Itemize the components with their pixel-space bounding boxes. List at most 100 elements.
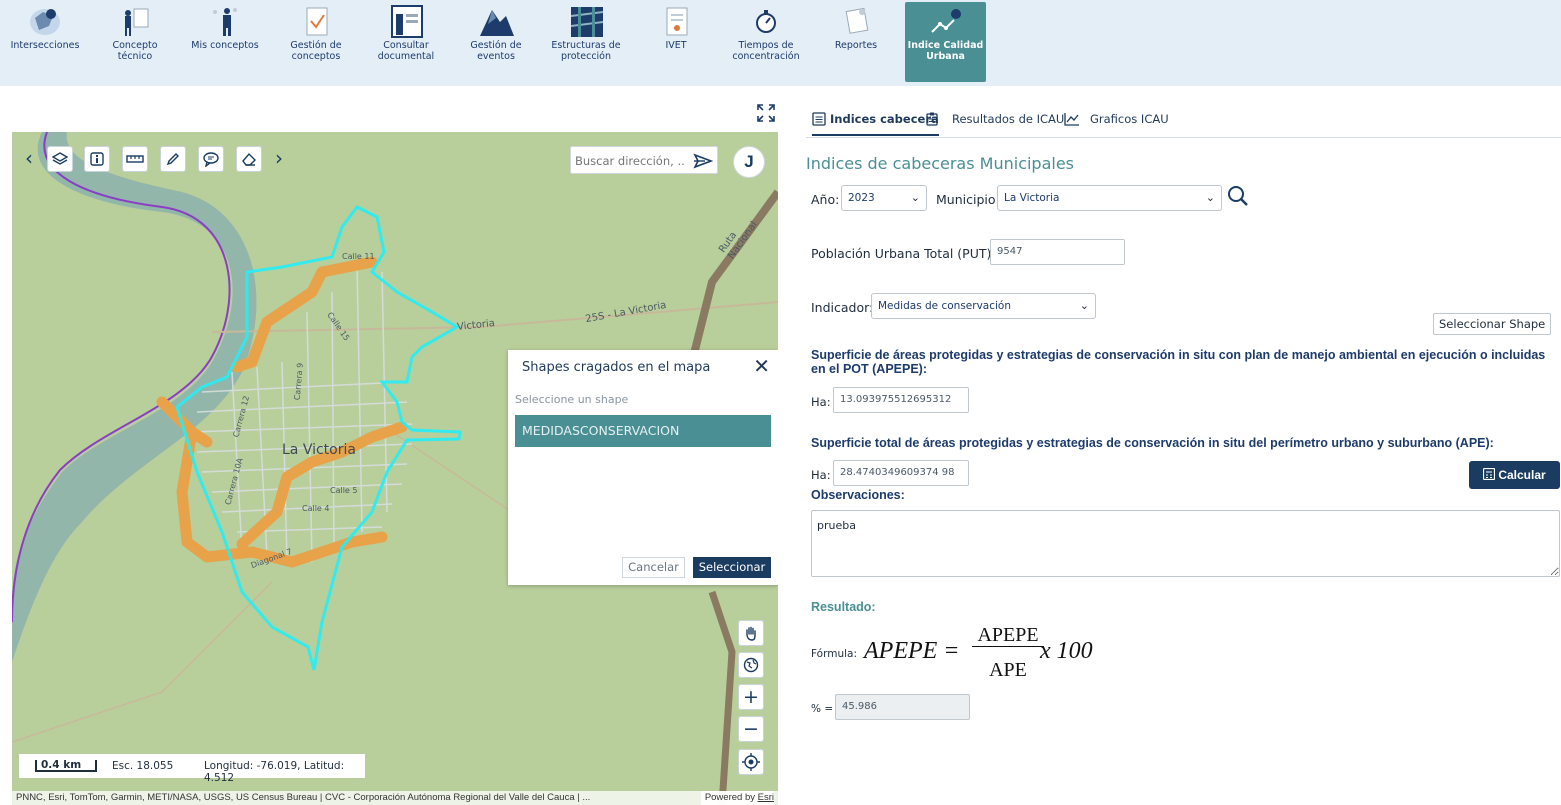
powered-by-text: Powered by (704, 792, 755, 803)
erase-button[interactable] (236, 146, 262, 172)
nav-item-mis-conceptos[interactable]: Mis conceptos (185, 2, 265, 80)
speech-bubble-icon (203, 152, 219, 167)
coordinates: Longitud: -76.019, Latitud: 4.512 (204, 760, 345, 784)
street-label: Calle 11 (342, 252, 375, 261)
year-value: 2023 (848, 192, 875, 204)
result-label: Resultado: (811, 600, 876, 614)
crosshair-icon (742, 753, 760, 771)
attribution-text: PNNC, Esri, TomTom, Garmin, METI/NASA, U… (16, 792, 591, 803)
ha-label: Ha: (811, 395, 831, 409)
tab-graficos-icau[interactable]: Graficos ICAU (1064, 112, 1169, 136)
nav-label: Tiempos de concentración (732, 40, 800, 62)
nav-item-gestion-eventos[interactable]: Gestión de eventos (456, 2, 536, 80)
scale-length: 0.4 km (35, 760, 97, 772)
zoom-out-button[interactable]: − (738, 716, 764, 742)
town-label: La Victoria (282, 442, 356, 458)
calculator-icon (1483, 467, 1496, 481)
cancel-button[interactable]: Cancelar (622, 557, 685, 578)
municipio-select[interactable]: La Victoria ⌄ (997, 185, 1222, 211)
ha-label: Ha: (811, 468, 831, 482)
nav-item-indice-calidad-urbana[interactable]: Indice Calidad Urbana (905, 2, 986, 82)
municipio-value: La Victoria (1004, 192, 1060, 204)
nav-item-gestion-conceptos[interactable]: Gestión de conceptos (276, 2, 356, 80)
report-icon (845, 7, 869, 34)
hand-icon (746, 626, 756, 641)
tab-indices-cabecera[interactable]: Indices cabecera (812, 112, 939, 136)
line-chart-icon (1064, 113, 1079, 126)
archive-icon (391, 5, 423, 38)
draw-button[interactable] (160, 146, 186, 172)
dialog-title: Shapes cragados en el mapa (522, 360, 711, 375)
nav-item-consultar-documental[interactable]: Consultar documental (366, 2, 446, 80)
document-check-icon (306, 7, 328, 36)
nav-label: Reportes (834, 40, 878, 51)
comment-button[interactable] (198, 146, 224, 172)
measure-button[interactable] (122, 146, 148, 172)
nav-label: Gestión de conceptos (290, 40, 342, 62)
info-icon (90, 152, 104, 166)
fullscreen-icon[interactable] (756, 103, 776, 123)
nav-item-intersecciones[interactable]: Intersecciones (5, 2, 85, 80)
basemap-button[interactable] (738, 652, 764, 678)
powered-by[interactable]: Powered by Esri (700, 791, 774, 805)
wall-icon (570, 7, 604, 37)
observations-label: Observaciones: (811, 488, 905, 502)
indicator-select[interactable]: Medidas de conservación ⌄ (871, 293, 1096, 319)
nav-item-estructuras-proteccion[interactable]: Estructuras de protección (546, 2, 626, 80)
nav-label: Mis conceptos (191, 40, 259, 51)
calculate-label: Calcular (1498, 468, 1546, 482)
year-select[interactable]: 2023 ⌄ (841, 185, 927, 211)
street-label: Calle 4 (302, 504, 330, 513)
ape-input[interactable]: 28.4740349609374 98 (833, 460, 969, 486)
person-icon (213, 8, 237, 36)
apepe-input[interactable]: 13.093975512695312 (833, 387, 969, 413)
nav-label: Estructuras de protección (551, 40, 621, 62)
tab-resultados-icau[interactable]: Resultados de ICAU (926, 112, 1064, 136)
pan-button[interactable] (738, 620, 764, 646)
year-label: Año: (811, 192, 840, 207)
apepe-description: Superficie de áreas protegidas y estrate… (811, 348, 1546, 376)
formula-numerator: APEPE (972, 624, 1044, 647)
address-search[interactable] (570, 146, 718, 174)
formula-lhs: APEPE = (864, 638, 960, 664)
presenter-icon (125, 8, 149, 36)
nav-label: Intersecciones (10, 40, 80, 51)
esri-link[interactable]: Esri (758, 792, 774, 803)
globe-map-icon (30, 9, 60, 35)
nav-item-concepto-tecnico[interactable]: Concepto técnico (95, 2, 175, 80)
search-icon[interactable] (1227, 185, 1249, 207)
shape-option[interactable]: MEDIDASCONSERVACION (515, 415, 771, 447)
tab-label: Resultados de ICAU (952, 112, 1065, 126)
eraser-icon (242, 152, 256, 166)
select-button[interactable]: Seleccionar (693, 557, 771, 578)
calculate-button[interactable]: Calcular (1469, 461, 1560, 489)
select-shape-button[interactable]: Seleccionar Shape (1433, 313, 1552, 335)
indicator-value: Medidas de conservación (878, 300, 1011, 312)
nav-label: Gestión de eventos (470, 40, 522, 62)
toolbar-next-button[interactable]: › (272, 146, 286, 172)
zoom-in-button[interactable]: + (738, 684, 764, 710)
nav-label: Consultar documental (377, 40, 435, 62)
observations-textarea[interactable]: prueba (811, 510, 1560, 577)
put-input[interactable]: 9547 (990, 239, 1125, 265)
report-icon (666, 7, 688, 36)
pencil-icon (166, 153, 179, 166)
mountain-icon (480, 10, 514, 36)
nav-item-tiempos-concentracion[interactable]: Tiempos de concentración (726, 2, 806, 80)
map-attribution: PNNC, Esri, TomTom, Garmin, METI/NASA, U… (12, 791, 778, 805)
nav-item-reportes[interactable]: Reportes (816, 2, 896, 80)
send-icon[interactable] (693, 153, 713, 169)
ruler-icon (126, 155, 144, 163)
nav-item-ivet[interactable]: IVET (636, 2, 716, 80)
layers-button[interactable] (47, 146, 73, 172)
dialog-hint: Seleccione un shape (515, 393, 629, 406)
address-search-input[interactable] (575, 152, 685, 170)
locate-button[interactable] (738, 749, 764, 775)
close-icon[interactable]: ✕ (753, 355, 770, 377)
info-button[interactable] (84, 146, 110, 172)
put-label: Población Urbana Total (PUT): (811, 246, 996, 261)
map-view[interactable]: La Victoria 25S - La Victoria Victoria R… (12, 132, 778, 805)
user-avatar[interactable]: J (733, 146, 765, 178)
toolbar-prev-button[interactable]: ‹ (22, 146, 36, 172)
shapes-dialog: Shapes cragados en el mapa ✕ Seleccione … (508, 350, 778, 585)
